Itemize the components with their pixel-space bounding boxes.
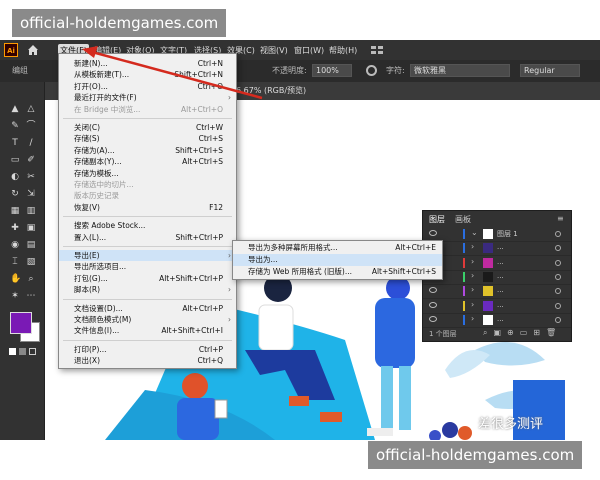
annotation-arrow — [82, 46, 263, 100]
watermark-top: official-holdemgames.com — [12, 9, 227, 37]
watermark-bottom: official-holdemgames.com — [368, 441, 583, 469]
